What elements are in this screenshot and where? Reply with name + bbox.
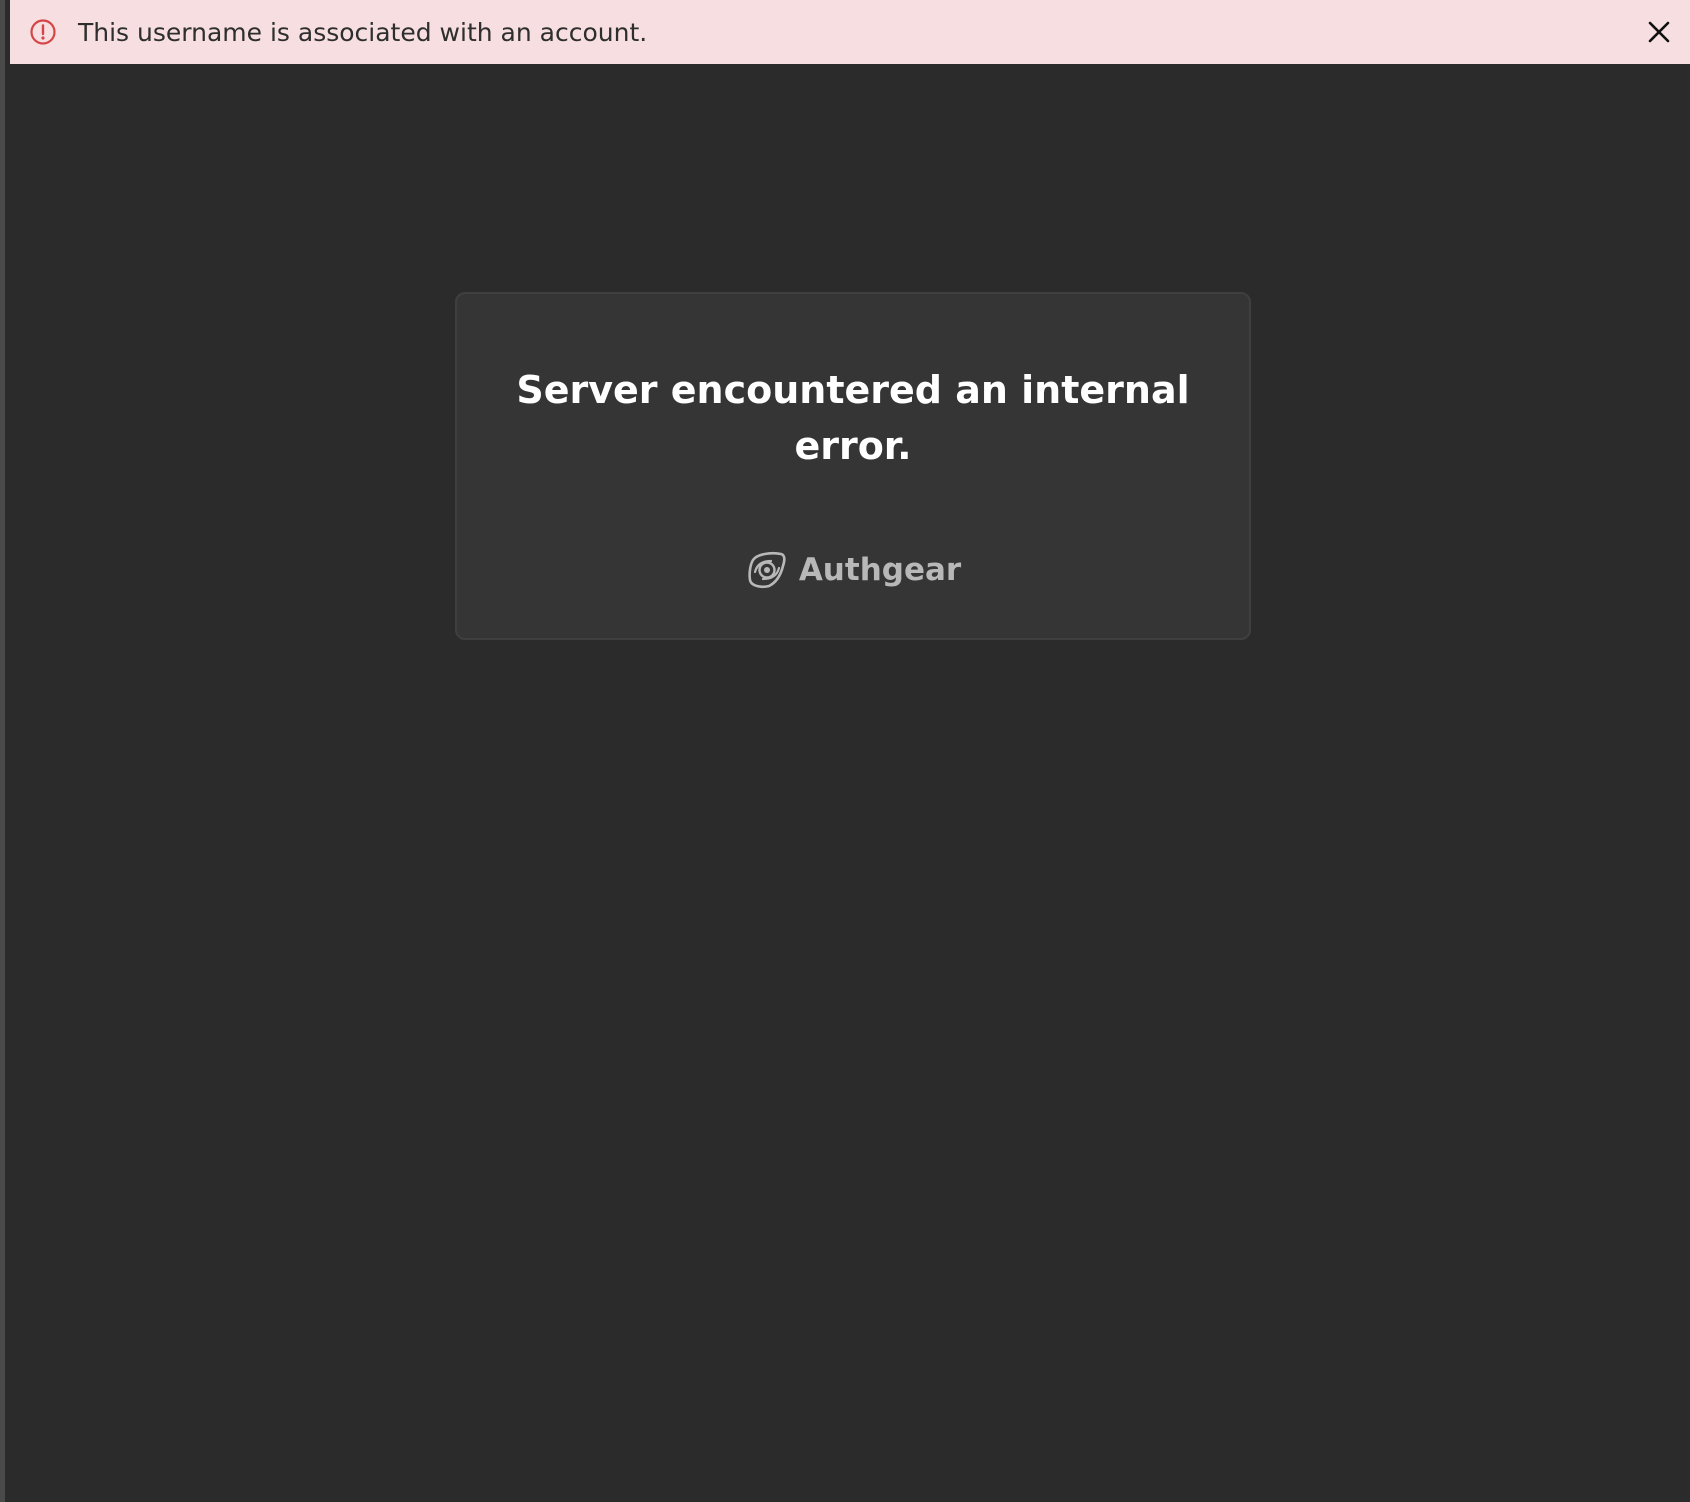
close-banner-button[interactable] <box>1641 14 1677 50</box>
error-banner: This username is associated with an acco… <box>10 0 1690 64</box>
app-viewport: This username is associated with an acco… <box>0 0 1690 1502</box>
authgear-logo-icon <box>745 550 789 590</box>
brand-footer: Authgear <box>457 550 1249 590</box>
alert-circle-icon <box>28 17 58 47</box>
brand-name: Authgear <box>798 551 962 588</box>
error-card: Server encountered an internal error. Au… <box>455 292 1251 640</box>
error-title: Server encountered an internal error. <box>516 368 1190 468</box>
error-banner-message: This username is associated with an acco… <box>78 17 648 47</box>
close-icon <box>1648 21 1670 43</box>
